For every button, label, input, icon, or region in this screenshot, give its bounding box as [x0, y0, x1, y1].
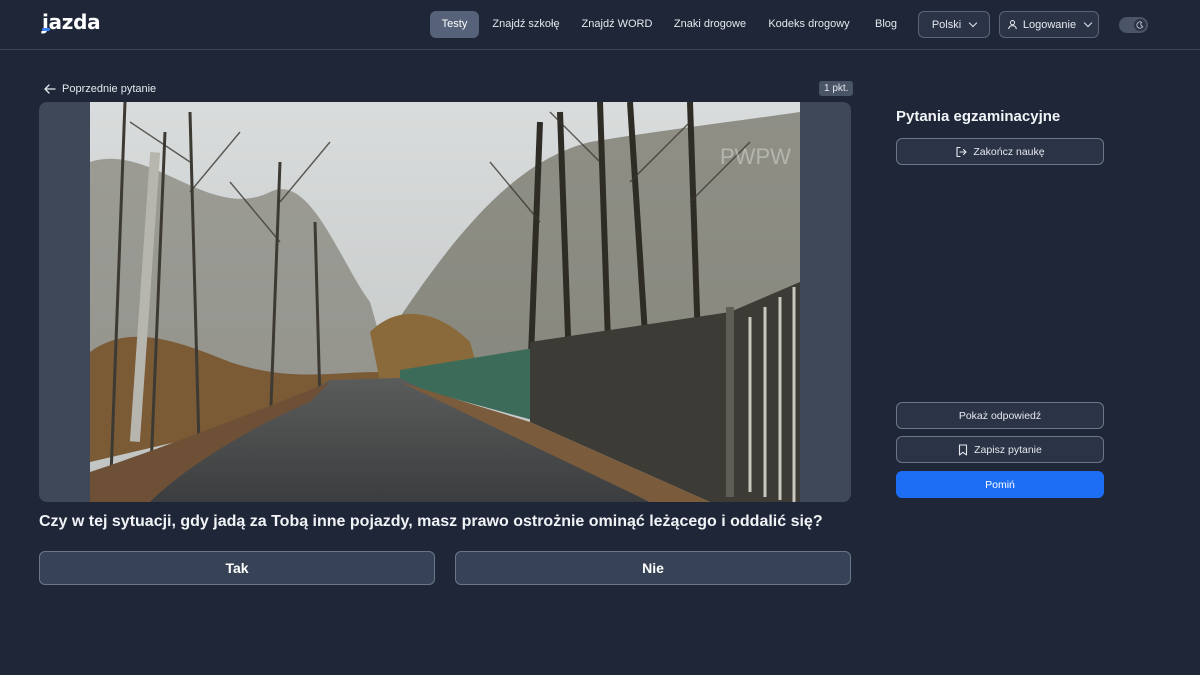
logout-icon	[956, 146, 967, 157]
bookmark-icon	[959, 443, 968, 456]
show-answer-label: Pokaż odpowiedź	[958, 409, 1042, 422]
sidebar-title: Pytania egzaminacyjne	[896, 108, 1061, 125]
moon-icon	[1134, 19, 1146, 31]
language-label: Polski	[931, 18, 962, 31]
previous-question-link[interactable]: Poprzednie pytanie	[44, 81, 156, 97]
skip-button[interactable]: Pomiń	[896, 471, 1104, 498]
nav-item-znaki-drogowe[interactable]: Znaki drogowe	[669, 11, 751, 38]
points-badge: 1 pkt.	[819, 81, 854, 96]
show-answer-button[interactable]: Pokaż odpowiedź	[896, 402, 1104, 429]
nav-item-kodeks-drogowy[interactable]: Kodeks drogowy	[764, 11, 854, 38]
answer-yes-button[interactable]: Tak	[39, 551, 435, 585]
language-select[interactable]: Polski	[918, 11, 990, 38]
nav-item-blog[interactable]: Blog	[868, 11, 904, 38]
login-button[interactable]: Logowanie	[999, 11, 1099, 38]
login-label: Logowanie	[1022, 18, 1077, 31]
nav-item-znajdz-word[interactable]: Znajdź WORD	[578, 11, 656, 38]
save-question-label: Zapisz pytanie	[974, 443, 1042, 456]
chevron-down-icon	[1083, 18, 1093, 28]
answer-no-button[interactable]: Nie	[455, 551, 851, 585]
site-logo[interactable]: jazda	[42, 10, 101, 34]
skip-label: Pomiń	[985, 478, 1015, 491]
logo-text: jazda	[42, 10, 101, 34]
road-scene-image: PWPW	[90, 102, 800, 502]
chevron-down-icon	[968, 18, 978, 28]
previous-question-label: Poprzednie pytanie	[62, 83, 157, 95]
svg-text:PWPW: PWPW	[720, 144, 791, 169]
nav-item-znajdz-szkole[interactable]: Znajdź szkołę	[488, 11, 564, 38]
logo-accent	[42, 28, 50, 31]
end-learning-button[interactable]: Zakończ naukę	[896, 138, 1104, 165]
question-media: PWPW	[39, 102, 851, 502]
arrow-left-icon	[44, 84, 56, 94]
save-question-button[interactable]: Zapisz pytanie	[896, 436, 1104, 463]
top-navbar: jazda Testy Znajdź szkołę Znajdź WORD Zn…	[0, 0, 1200, 50]
question-text: Czy w tej sytuacji, gdy jadą za Tobą inn…	[39, 513, 823, 530]
theme-toggle[interactable]	[1119, 17, 1148, 33]
user-icon	[1008, 20, 1017, 30]
nav-item-testy[interactable]: Testy	[430, 11, 479, 38]
end-learning-label: Zakończ naukę	[973, 145, 1045, 158]
